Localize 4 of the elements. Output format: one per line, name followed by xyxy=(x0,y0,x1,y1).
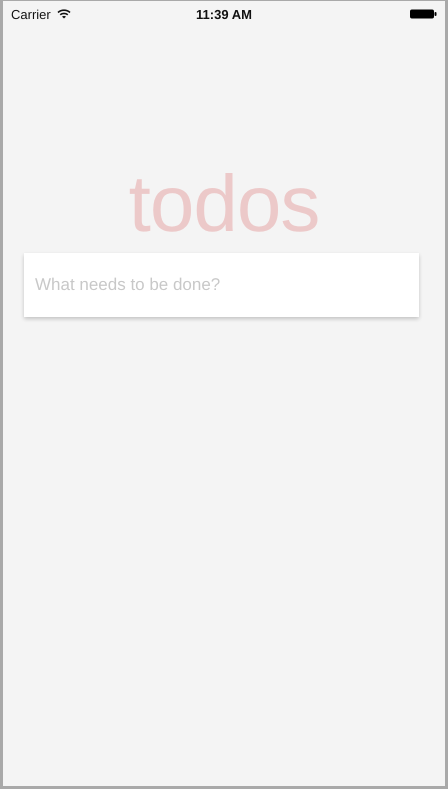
carrier-label: Carrier xyxy=(11,6,51,22)
wifi-icon xyxy=(56,9,71,19)
battery-icon xyxy=(410,8,437,18)
status-time: 11:39 AM xyxy=(196,6,252,22)
